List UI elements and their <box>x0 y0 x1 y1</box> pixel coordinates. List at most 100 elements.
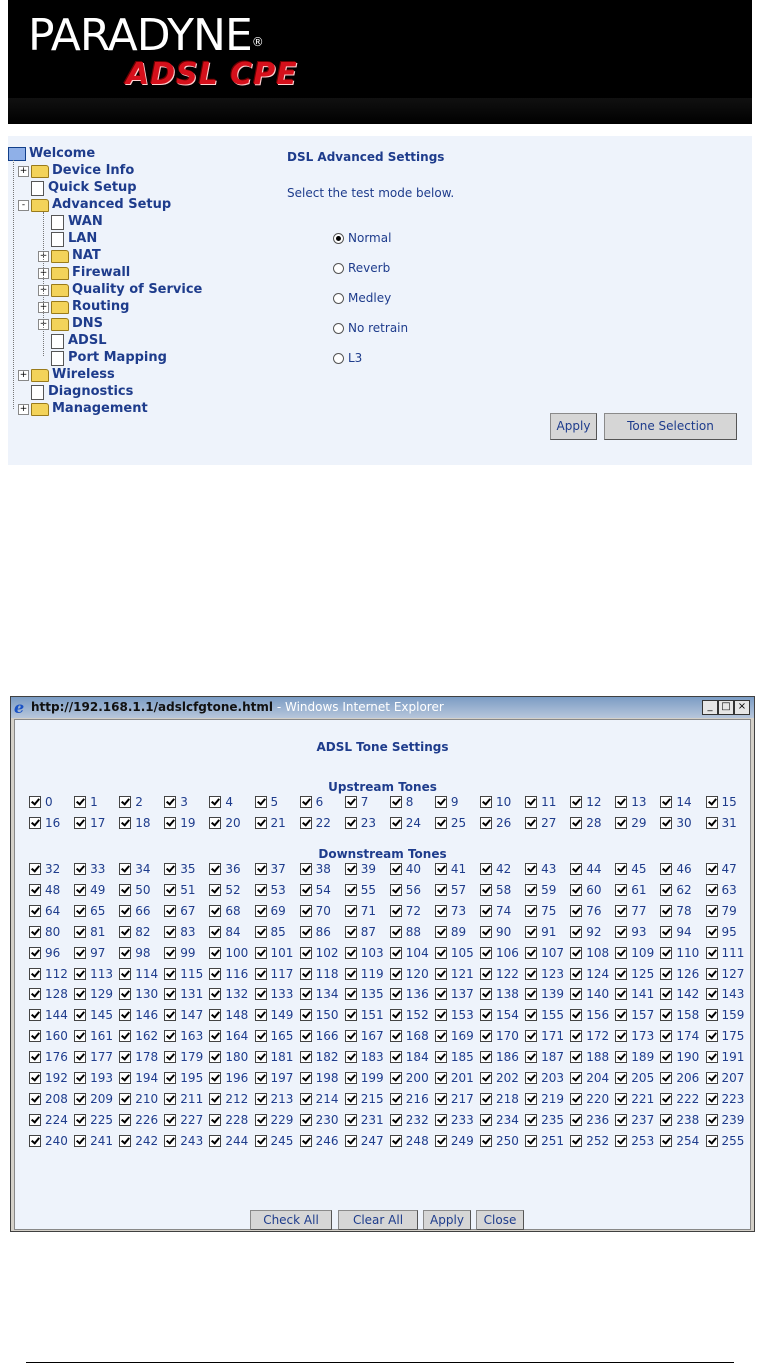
tone-checkbox[interactable]: 250 <box>480 1133 519 1149</box>
checkbox[interactable] <box>615 1029 628 1042</box>
checkbox[interactable] <box>119 967 132 980</box>
tone-checkbox[interactable]: 112 <box>29 966 68 982</box>
checkbox[interactable] <box>705 1050 718 1063</box>
checkbox[interactable] <box>254 883 267 896</box>
checkbox[interactable] <box>480 1050 492 1063</box>
tone-checkbox[interactable]: 125 <box>615 966 654 982</box>
tone-checkbox[interactable]: 251 <box>525 1133 564 1149</box>
tone-checkbox[interactable]: 213 <box>254 1091 293 1107</box>
tone-checkbox[interactable]: 14 <box>660 794 692 810</box>
tone-checkbox[interactable]: 28 <box>570 815 601 831</box>
tone-checkbox[interactable]: 148 <box>209 1007 248 1023</box>
tone-checkbox[interactable]: 76 <box>570 903 601 919</box>
checkbox[interactable] <box>615 862 628 875</box>
tone-checkbox[interactable]: 8 <box>389 794 413 810</box>
tone-checkbox[interactable]: 59 <box>525 882 556 898</box>
tone-checkbox[interactable]: 209 <box>74 1091 113 1107</box>
tone-checkbox[interactable]: 40 <box>389 861 421 877</box>
tone-checkbox[interactable]: 150 <box>299 1007 339 1023</box>
tone-checkbox[interactable]: 149 <box>254 1007 293 1023</box>
checkbox[interactable] <box>434 925 447 938</box>
tone-checkbox[interactable]: 168 <box>389 1028 429 1044</box>
tone-checkbox[interactable]: 188 <box>570 1049 609 1065</box>
checkbox[interactable] <box>254 1134 267 1147</box>
checkbox[interactable] <box>29 946 41 959</box>
checkbox[interactable] <box>389 1029 402 1042</box>
checkbox[interactable] <box>344 1008 357 1021</box>
checkbox[interactable] <box>74 946 87 959</box>
tone-checkbox[interactable]: 143 <box>705 986 744 1002</box>
checkbox[interactable] <box>29 987 41 1000</box>
tone-checkbox[interactable]: 93 <box>615 924 647 940</box>
tone-checkbox[interactable]: 136 <box>389 986 429 1002</box>
tone-checkbox[interactable]: 39 <box>344 861 376 877</box>
tone-checkbox[interactable]: 98 <box>119 945 150 961</box>
tone-checkbox[interactable]: 108 <box>570 945 609 961</box>
tone-checkbox[interactable]: 207 <box>705 1070 744 1086</box>
checkbox[interactable] <box>209 946 222 959</box>
checkbox[interactable] <box>389 862 402 875</box>
tone-checkbox[interactable]: 90 <box>480 924 511 940</box>
checkbox[interactable] <box>254 925 267 938</box>
tone-checkbox[interactable]: 177 <box>74 1049 113 1065</box>
tone-checkbox[interactable]: 228 <box>209 1112 248 1128</box>
nav-item[interactable]: LAN <box>38 231 97 247</box>
checkbox[interactable] <box>164 904 177 917</box>
checkbox[interactable] <box>570 883 583 896</box>
checkbox[interactable] <box>344 1029 357 1042</box>
checkbox[interactable] <box>570 1050 583 1063</box>
tone-checkbox[interactable]: 25 <box>434 815 466 831</box>
tone-checkbox[interactable]: 166 <box>299 1028 339 1044</box>
tone-checkbox[interactable]: 202 <box>480 1070 519 1086</box>
tone-checkbox[interactable]: 11 <box>525 794 556 810</box>
tone-checkbox[interactable]: 231 <box>344 1112 384 1128</box>
checkbox[interactable] <box>570 1029 583 1042</box>
radio-button[interactable] <box>333 263 344 274</box>
tone-checkbox[interactable]: 246 <box>299 1133 339 1149</box>
tone-checkbox[interactable]: 186 <box>480 1049 519 1065</box>
checkbox[interactable] <box>705 987 718 1000</box>
tone-checkbox[interactable]: 45 <box>615 861 647 877</box>
checkbox[interactable] <box>705 1092 718 1105</box>
tone-checkbox[interactable]: 44 <box>570 861 601 877</box>
nav-item[interactable]: + NAT <box>38 248 101 264</box>
checkbox[interactable] <box>570 967 583 980</box>
checkbox[interactable] <box>389 925 402 938</box>
tone-checkbox[interactable]: 114 <box>119 966 158 982</box>
checkbox[interactable] <box>480 1113 492 1126</box>
tone-checkbox[interactable]: 73 <box>434 903 466 919</box>
tone-checkbox[interactable]: 162 <box>119 1028 158 1044</box>
tone-checkbox[interactable]: 147 <box>164 1007 203 1023</box>
tone-checkbox[interactable]: 37 <box>254 861 286 877</box>
tone-checkbox[interactable]: 137 <box>434 986 474 1002</box>
checkbox[interactable] <box>570 795 583 808</box>
clear-all-button[interactable]: Clear All <box>338 1210 418 1230</box>
checkbox[interactable] <box>209 795 222 808</box>
tone-checkbox[interactable]: 49 <box>74 882 105 898</box>
expander-icon[interactable]: + <box>18 370 29 381</box>
tone-checkbox[interactable]: 170 <box>480 1028 519 1044</box>
tone-checkbox[interactable]: 241 <box>74 1133 113 1149</box>
checkbox[interactable] <box>74 816 87 829</box>
tone-checkbox[interactable]: 123 <box>525 966 564 982</box>
checkbox[interactable] <box>615 1050 628 1063</box>
checkbox[interactable] <box>209 1113 222 1126</box>
tone-checkbox[interactable]: 94 <box>660 924 692 940</box>
checkbox[interactable] <box>389 795 402 808</box>
tone-checkbox[interactable]: 119 <box>344 966 384 982</box>
checkbox[interactable] <box>254 1092 267 1105</box>
checkbox[interactable] <box>344 1050 357 1063</box>
tone-checkbox[interactable]: 153 <box>434 1007 474 1023</box>
checkbox[interactable] <box>119 925 132 938</box>
checkbox[interactable] <box>660 1092 673 1105</box>
checkbox[interactable] <box>29 967 41 980</box>
apply-button[interactable]: Apply <box>550 413 597 440</box>
checkbox[interactable] <box>254 1113 267 1126</box>
tone-checkbox[interactable]: 102 <box>299 945 339 961</box>
checkbox[interactable] <box>164 987 177 1000</box>
checkbox[interactable] <box>434 946 447 959</box>
check-all-button[interactable]: Check All <box>250 1210 332 1230</box>
checkbox[interactable] <box>119 862 132 875</box>
checkbox[interactable] <box>119 1050 132 1063</box>
checkbox[interactable] <box>74 1071 87 1084</box>
